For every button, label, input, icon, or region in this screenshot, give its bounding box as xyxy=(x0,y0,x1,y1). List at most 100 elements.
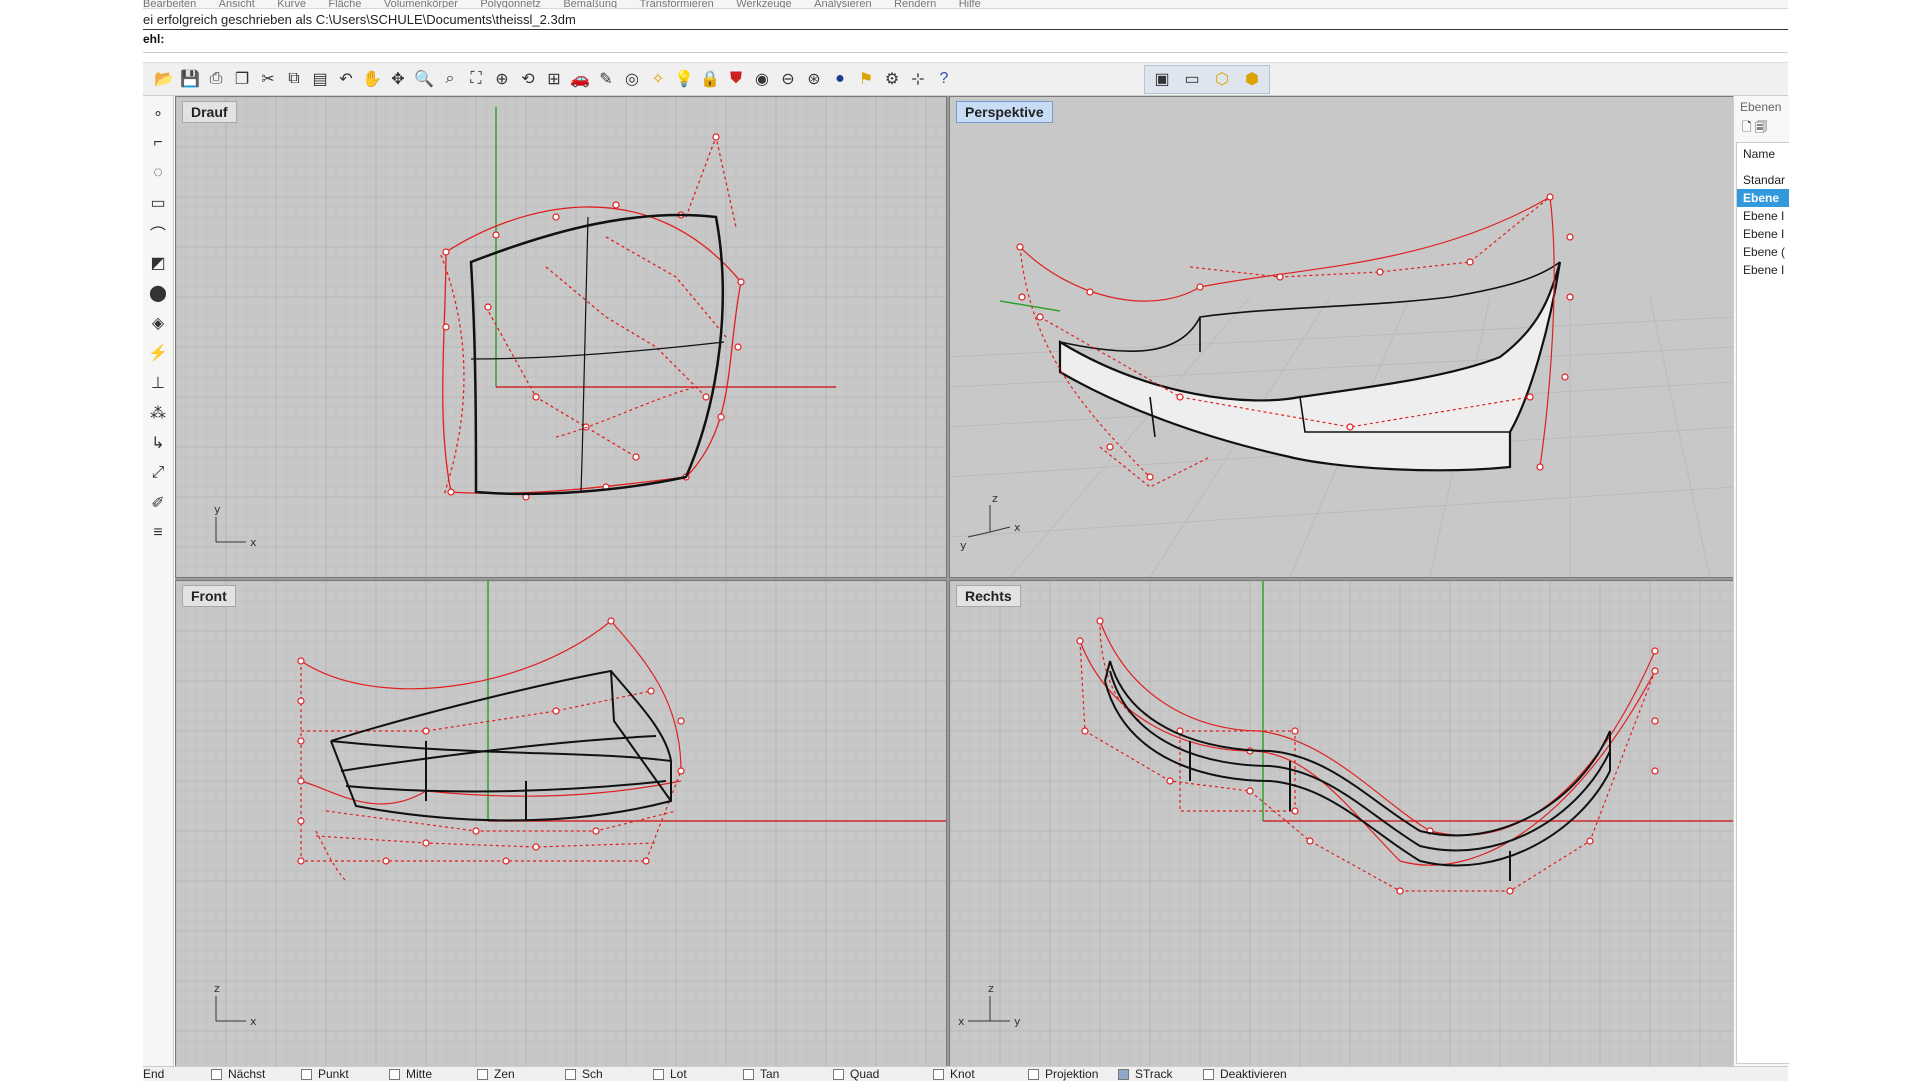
dimension-icon[interactable]: ⊥ xyxy=(145,370,171,396)
help-icon[interactable]: ? xyxy=(931,67,957,91)
snap-checkbox[interactable] xyxy=(301,1068,312,1080)
polyline-icon[interactable]: ⌐ xyxy=(145,130,171,156)
circle-icon[interactable]: ◌ xyxy=(145,160,171,186)
snap-naechst[interactable]: Nächst xyxy=(211,1067,265,1081)
fillet-icon[interactable]: ↳ xyxy=(145,430,171,456)
menu-item[interactable]: Volumenkörper xyxy=(384,0,458,8)
snap-checkbox[interactable] xyxy=(743,1068,754,1080)
viewport-icon-1[interactable]: ▣ xyxy=(1149,67,1175,91)
snap-checkbox[interactable] xyxy=(1203,1068,1214,1080)
snap-checkbox[interactable] xyxy=(933,1068,944,1080)
menu-item[interactable]: Rendern xyxy=(894,0,936,8)
snap-icon[interactable]: ✧ xyxy=(645,67,671,91)
snap-mitte[interactable]: Mitte xyxy=(389,1067,432,1081)
undo-icon[interactable]: ↶ xyxy=(333,67,359,91)
menu-item[interactable]: Polygonnetz xyxy=(480,0,541,8)
snap-zen[interactable]: Zen xyxy=(477,1067,515,1081)
viewport-icon-2[interactable]: ▭ xyxy=(1179,67,1205,91)
snap-strack[interactable]: STrack xyxy=(1118,1067,1173,1081)
viewport-right[interactable]: Rechts z x y xyxy=(949,580,1735,1068)
menu-item[interactable]: Bemaßung xyxy=(563,0,617,8)
wireframe-sphere-icon[interactable]: ⊖ xyxy=(775,67,801,91)
gear-icon[interactable]: ⚙ xyxy=(879,67,905,91)
import-icon[interactable]: ❐ xyxy=(229,67,255,91)
target-icon[interactable]: ◎ xyxy=(619,67,645,91)
snap-checkbox[interactable] xyxy=(833,1068,844,1080)
scale-icon[interactable]: ⤢ xyxy=(145,460,171,486)
snap-projektion[interactable]: Projektion xyxy=(1028,1067,1098,1081)
menu-item[interactable]: Analysieren xyxy=(814,0,871,8)
menu-item[interactable]: Transformieren xyxy=(640,0,714,8)
more-icon[interactable]: ≡ xyxy=(145,520,171,546)
viewport-top[interactable]: Drauf y x xyxy=(175,96,947,578)
pan-hand-icon[interactable]: ✋ xyxy=(359,67,385,91)
save-icon[interactable]: 💾 xyxy=(177,67,203,91)
snap-punkt[interactable]: Punkt xyxy=(301,1067,349,1081)
flag-icon[interactable]: ⚑ xyxy=(853,67,879,91)
zoom-icon[interactable]: 🔍 xyxy=(411,67,437,91)
viewport-perspective[interactable]: Perspektive z y x xyxy=(949,96,1735,578)
copy-icon[interactable]: ⧉ xyxy=(281,67,307,91)
viewport-title-perspective[interactable]: Perspektive xyxy=(956,101,1053,123)
snap-checkbox[interactable] xyxy=(1118,1068,1129,1080)
snap-checkbox[interactable] xyxy=(653,1068,664,1080)
curve-icon[interactable]: ⌒ xyxy=(145,220,171,246)
snap-checkbox[interactable] xyxy=(1028,1068,1039,1080)
layer-row[interactable]: Standar xyxy=(1737,171,1789,189)
rotate-view-icon[interactable]: ⟲ xyxy=(515,67,541,91)
open-icon[interactable]: 📂 xyxy=(151,67,177,91)
lightning-icon[interactable]: ⚡ xyxy=(145,340,171,366)
snap-checkbox[interactable] xyxy=(389,1068,400,1080)
four-viewports-icon[interactable]: ⊞ xyxy=(541,67,567,91)
point-icon[interactable]: ∘ xyxy=(145,100,171,126)
lock-icon[interactable]: 🔒 xyxy=(697,67,723,91)
rendered-sphere-icon[interactable]: ⊛ xyxy=(801,67,827,91)
snap-end[interactable]: End xyxy=(143,1067,164,1081)
rectangle-icon[interactable]: ▭ xyxy=(145,190,171,216)
surface-icon[interactable]: ◩ xyxy=(145,250,171,276)
new-sublayer-icon[interactable]: 🗐 xyxy=(1755,120,1767,134)
mesh-icon[interactable]: ◈ xyxy=(145,310,171,336)
menu-item[interactable]: Ansicht xyxy=(219,0,255,8)
layers-column-name[interactable]: Name xyxy=(1743,147,1775,161)
viewport-icon-4[interactable]: ⬢ xyxy=(1239,67,1265,91)
transform-icon[interactable]: ⁂ xyxy=(145,400,171,426)
layers-list[interactable]: Name Standar Ebene Ebene I Ebene I Ebene… xyxy=(1736,142,1789,1064)
zoom-extents-icon[interactable]: ⛶ xyxy=(463,67,489,91)
menu-item[interactable]: Fläche xyxy=(328,0,361,8)
menu-item[interactable]: Kurve xyxy=(277,0,306,8)
layer-row[interactable]: Ebene ( xyxy=(1737,243,1789,261)
solid-icon[interactable]: ⬤ xyxy=(145,280,171,306)
viewport-title-top[interactable]: Drauf xyxy=(182,101,237,123)
light-bulb-icon[interactable]: 💡 xyxy=(671,67,697,91)
command-prompt[interactable]: ehl: xyxy=(143,32,1788,53)
snap-checkbox[interactable] xyxy=(565,1068,576,1080)
shield-icon[interactable]: ⛊ xyxy=(723,67,749,91)
paste-icon[interactable]: ▤ xyxy=(307,67,333,91)
snap-checkbox[interactable] xyxy=(211,1068,222,1080)
new-layer-icon[interactable]: 🗋 xyxy=(1742,120,1752,134)
viewport-icon-3[interactable]: ⬡ xyxy=(1209,67,1235,91)
menu-item[interactable]: Bearbeiten xyxy=(143,0,196,8)
tools-icon[interactable]: ✎ xyxy=(593,67,619,91)
cut-icon[interactable]: ✂ xyxy=(255,67,281,91)
move-icon[interactable]: ✥ xyxy=(385,67,411,91)
car-icon[interactable]: 🚗 xyxy=(567,67,593,91)
snap-lot[interactable]: Lot xyxy=(653,1067,687,1081)
snap-sch[interactable]: Sch xyxy=(565,1067,603,1081)
grid-icon[interactable]: ⊹ xyxy=(905,67,931,91)
print-icon[interactable]: ⎙ xyxy=(203,67,229,91)
layer-row-selected[interactable]: Ebene xyxy=(1737,189,1789,207)
color-wheel-icon[interactable]: ◉ xyxy=(749,67,775,91)
snap-knot[interactable]: Knot xyxy=(933,1067,975,1081)
snap-tan[interactable]: Tan xyxy=(743,1067,779,1081)
menu-item[interactable]: Hilfe xyxy=(959,0,981,8)
viewport-front[interactable]: Front z x xyxy=(175,580,947,1068)
zoom-selected-icon[interactable]: ⊕ xyxy=(489,67,515,91)
layer-row[interactable]: Ebene I xyxy=(1737,225,1789,243)
viewport-title-right[interactable]: Rechts xyxy=(956,585,1021,607)
layer-row[interactable]: Ebene I xyxy=(1737,207,1789,225)
snap-quad[interactable]: Quad xyxy=(833,1067,879,1081)
zoom-window-icon[interactable]: ⌕ xyxy=(437,67,463,91)
snap-deaktivieren[interactable]: Deaktivieren xyxy=(1203,1067,1287,1081)
